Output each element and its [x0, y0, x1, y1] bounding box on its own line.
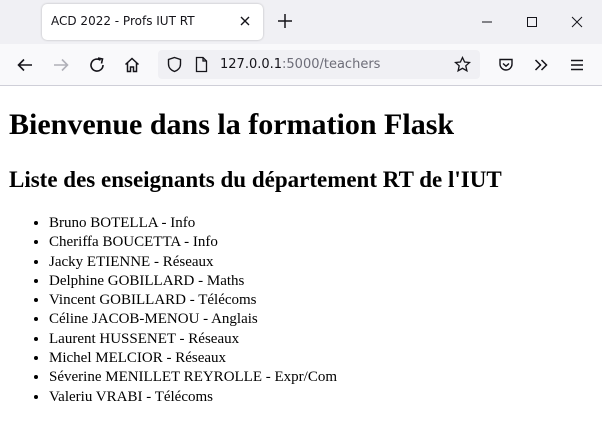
star-icon[interactable] — [454, 56, 471, 73]
tab-title: ACD 2022 - Profs IUT RT — [51, 14, 195, 28]
list-item: Céline JACOB-MENOU - Anglais — [49, 310, 337, 329]
list-item: Laurent HUSSENET - Réseaux — [49, 330, 337, 349]
tab-active[interactable]: ACD 2022 - Profs IUT RT — [42, 4, 263, 40]
home-button[interactable] — [121, 54, 143, 76]
teacher-list: Bruno BOTELLA - Info Cheriffa BOUCETTA -… — [9, 214, 337, 407]
back-button[interactable] — [14, 54, 36, 76]
minimize-icon[interactable] — [477, 12, 497, 32]
list-item: Jacky ETIENNE - Réseaux — [49, 253, 337, 272]
tab-strip: ACD 2022 - Profs IUT RT — [0, 0, 602, 44]
page-subtitle: Liste des enseignants du département RT … — [9, 167, 502, 192]
url-text[interactable]: 127.0.0.1:5000/teachers — [220, 57, 380, 72]
menu-button[interactable] — [566, 54, 588, 76]
arrow-right-icon — [54, 58, 69, 72]
page-title: Bienvenue dans la formation Flask — [9, 108, 455, 141]
list-item: Michel MELCIOR - Réseaux — [49, 349, 337, 368]
tab-close-icon[interactable] — [237, 13, 253, 29]
list-item: Cheriffa BOUCETTA - Info — [49, 233, 337, 252]
list-item: Bruno BOTELLA - Info — [49, 214, 337, 233]
pocket-button[interactable] — [495, 54, 517, 76]
url-path: :5000/teachers — [282, 57, 381, 72]
window-close-icon[interactable] — [567, 12, 587, 32]
arrow-left-icon — [17, 58, 32, 72]
new-tab-icon[interactable] — [274, 10, 296, 32]
list-item: Delphine GOBILLARD - Maths — [49, 272, 337, 291]
page-icon[interactable] — [194, 56, 209, 73]
url-host: 127.0.0.1 — [220, 57, 283, 72]
pocket-icon — [499, 58, 513, 71]
home-icon — [124, 57, 140, 73]
reload-button[interactable] — [86, 54, 108, 76]
url-bar[interactable]: 127.0.0.1:5000/teachers — [158, 50, 480, 79]
list-item: Séverine MENILLET REYROLLE - Expr/Com — [49, 368, 337, 387]
list-item: Valeriu VRABI - Télécoms — [49, 388, 337, 407]
overflow-button[interactable] — [530, 54, 552, 76]
reload-icon — [90, 57, 104, 72]
shield-icon[interactable] — [166, 56, 183, 73]
chevron-double-right-icon — [534, 59, 548, 71]
navigation-toolbar: 127.0.0.1:5000/teachers — [0, 44, 602, 86]
forward-button[interactable] — [50, 54, 72, 76]
page-content: Bienvenue dans la formation Flask Liste … — [0, 86, 602, 439]
list-item: Vincent GOBILLARD - Télécoms — [49, 291, 337, 310]
hamburger-menu-icon — [571, 59, 583, 71]
maximize-icon[interactable] — [522, 12, 542, 32]
